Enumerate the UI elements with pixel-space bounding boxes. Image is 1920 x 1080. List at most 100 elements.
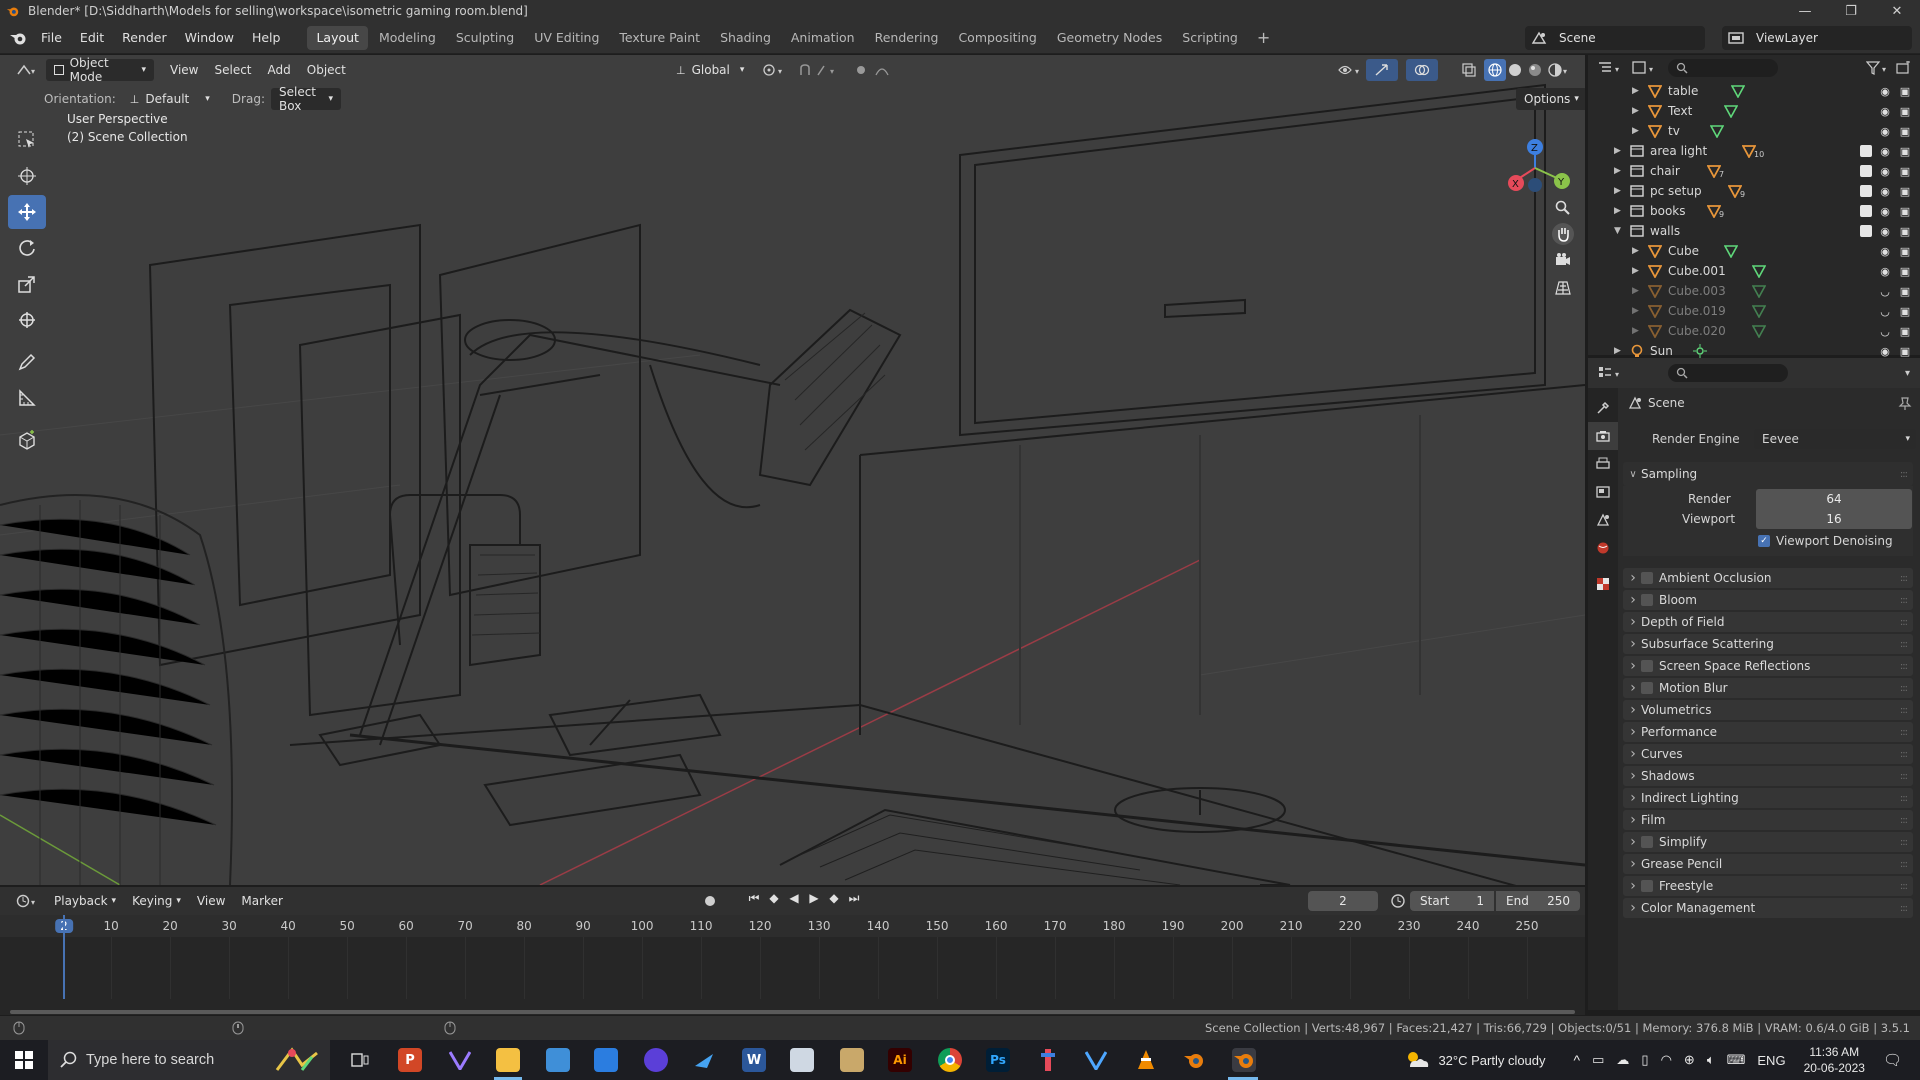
menu-window[interactable]: Window (176, 26, 243, 50)
weather-text[interactable]: 32°C Partly cloudy (1438, 1053, 1545, 1068)
play-reverse-icon[interactable]: ◀ (786, 891, 802, 906)
drag-grip-icon[interactable]: ::: (1900, 837, 1908, 848)
eye-open-icon[interactable]: ◉ (1878, 345, 1892, 358)
drag-grip-icon[interactable]: ::: (1900, 771, 1908, 782)
blender-logo-icon[interactable] (4, 26, 32, 50)
vegas-pro-icon[interactable] (1084, 1048, 1108, 1072)
render-camera-icon[interactable]: ▣ (1898, 345, 1912, 358)
outliner-item-pc-setup[interactable]: ▶ pc setup 9 ◉ ▣ (1588, 181, 1920, 201)
outliner-item-walls[interactable]: ▼ walls ◉ ▣ (1588, 221, 1920, 241)
drag-grip-icon[interactable]: ::: (1900, 683, 1908, 694)
next-keyframe-icon[interactable]: ◆ (826, 891, 842, 906)
editor-type-button[interactable]: ▾ (8, 59, 46, 81)
drag-grip-icon[interactable]: ::: (1900, 793, 1908, 804)
drag-grip-icon[interactable]: ::: (1900, 881, 1908, 892)
illustrator-icon[interactable]: Ai (888, 1048, 912, 1072)
word-icon[interactable]: W (742, 1048, 766, 1072)
task-view-icon[interactable] (348, 1048, 372, 1072)
outliner-item-tv[interactable]: ▶ tv ◉ ▣ (1588, 121, 1920, 141)
expand-arrow-icon[interactable]: ▶ (1614, 206, 1621, 216)
outliner-item-text[interactable]: ▶ Text ◉ ▣ (1588, 101, 1920, 121)
drag-grip-icon[interactable]: ::: (1900, 661, 1908, 672)
drag-grip-icon[interactable]: ::: (1900, 705, 1908, 716)
outliner-item-cube-003[interactable]: ▶ Cube.003 ◡ ▣ (1588, 281, 1920, 301)
eye-closed-icon[interactable]: ◡ (1878, 285, 1892, 298)
3d-viewport[interactable]: ▾ Object Mode ▾ View Select Add Object ⊥… (0, 55, 1585, 885)
enable-checkbox[interactable] (1641, 594, 1653, 606)
expand-open-icon[interactable]: ▼ (1614, 226, 1621, 236)
panel-ambient-occlusion[interactable]: › Ambient Occlusion::: (1623, 568, 1913, 588)
vegas-icon[interactable] (448, 1048, 472, 1072)
render-camera-icon[interactable]: ▣ (1898, 325, 1912, 338)
prev-keyframe-icon[interactable]: ◆ (766, 891, 782, 906)
powerpoint-icon[interactable]: P (398, 1048, 422, 1072)
taskbar-search-input[interactable]: Type here to search (48, 1040, 330, 1080)
outliner-item-cube-001[interactable]: ▶ Cube.001 ◉ ▣ (1588, 261, 1920, 281)
eye-open-icon[interactable]: ◉ (1878, 265, 1892, 278)
eye-open-icon[interactable]: ◉ (1878, 225, 1892, 238)
panel-screen-space-reflections[interactable]: › Screen Space Reflections::: (1623, 656, 1913, 676)
measure-tool[interactable] (8, 381, 46, 415)
menu-render[interactable]: Render (113, 26, 176, 50)
render-camera-icon[interactable]: ▣ (1898, 105, 1912, 118)
panel-film[interactable]: › Film::: (1623, 810, 1913, 830)
expand-arrow-icon[interactable]: ▶ (1614, 166, 1621, 176)
new-collection-icon[interactable] (1896, 61, 1912, 75)
render-samples-field[interactable]: 64 (1756, 489, 1912, 509)
timeline-body[interactable] (0, 915, 1585, 999)
transform-orientation-selector[interactable]: ⊥ Global ▾ (668, 59, 752, 81)
vlc-icon[interactable] (1134, 1048, 1158, 1072)
tab-geometry-nodes[interactable]: Geometry Nodes (1048, 26, 1171, 50)
eye-open-icon[interactable]: ◉ (1878, 205, 1892, 218)
chevron-down-icon[interactable]: ▾ (1905, 368, 1910, 379)
menu-file[interactable]: File (32, 26, 71, 50)
panel-bloom[interactable]: › Bloom::: (1623, 590, 1913, 610)
microsoft-store-icon[interactable] (594, 1048, 618, 1072)
eye-open-icon[interactable]: ◉ (1878, 145, 1892, 158)
expand-arrow-icon[interactable]: ▶ (1632, 266, 1639, 276)
outliner-item-cube[interactable]: ▶ Cube ◉ ▣ (1588, 241, 1920, 261)
shading-solid-button[interactable] (1504, 59, 1526, 81)
blue-app-icon[interactable] (692, 1048, 716, 1072)
scale-tool[interactable] (8, 267, 46, 301)
shading-material-button[interactable] (1524, 59, 1546, 81)
pinned-app-icon[interactable] (1036, 1048, 1060, 1072)
add-cube-tool[interactable] (8, 423, 46, 457)
viewport-menu-view[interactable]: View (162, 59, 206, 81)
language-indicator[interactable]: ENG (1757, 1053, 1785, 1068)
chevron-up-icon[interactable]: ^ (1574, 1052, 1581, 1068)
drag-selector[interactable]: Select Box ▾ (270, 85, 341, 113)
overlay-toggle-button[interactable] (1406, 59, 1438, 81)
eye-open-icon[interactable]: ◉ (1878, 125, 1892, 138)
expand-arrow-icon[interactable]: ▶ (1632, 126, 1639, 136)
panel-shadows[interactable]: › Shadows::: (1623, 766, 1913, 786)
tab-compositing[interactable]: Compositing (949, 26, 1045, 50)
viewport-menu-select[interactable]: Select (206, 59, 259, 81)
media-player-icon[interactable] (644, 1048, 668, 1072)
tab-animation[interactable]: Animation (782, 26, 864, 50)
clock[interactable]: 11:36 AM 20-06-2023 (1804, 1044, 1865, 1076)
outliner-item-cube-019[interactable]: ▶ Cube.019 ◡ ▣ (1588, 301, 1920, 321)
eye-open-icon[interactable]: ◉ (1878, 85, 1892, 98)
tab-scripting[interactable]: Scripting (1173, 26, 1247, 50)
timeline-menu-keying[interactable]: Keying ▾ (124, 890, 189, 912)
viewport-menu-object[interactable]: Object (299, 59, 354, 81)
control-panel-icon[interactable] (546, 1048, 570, 1072)
render-camera-icon[interactable]: ▣ (1898, 265, 1912, 278)
perspective-toggle-button[interactable] (1552, 277, 1574, 299)
expand-arrow-icon[interactable]: ▶ (1614, 146, 1621, 156)
properties-editor-icon[interactable]: ▾ (1598, 366, 1626, 380)
tab-sculpting[interactable]: Sculpting (447, 26, 523, 50)
xray-toggle-button[interactable] (1454, 59, 1484, 81)
exclude-checkbox[interactable] (1860, 224, 1872, 237)
jump-end-icon[interactable]: ⏭ (846, 891, 862, 906)
exclude-checkbox[interactable] (1860, 164, 1872, 177)
properties-search-input[interactable] (1668, 364, 1788, 382)
blender-taskbar-icon[interactable] (1182, 1048, 1206, 1072)
drag-grip-icon[interactable]: ::: (1900, 727, 1908, 738)
tab-view-layer[interactable] (1588, 478, 1618, 506)
drag-grip-icon[interactable]: ::: (1900, 639, 1908, 650)
eye-open-icon[interactable]: ◉ (1878, 245, 1892, 258)
tab-scene[interactable] (1588, 506, 1618, 534)
drag-grip-icon[interactable]: ::: (1900, 859, 1908, 870)
